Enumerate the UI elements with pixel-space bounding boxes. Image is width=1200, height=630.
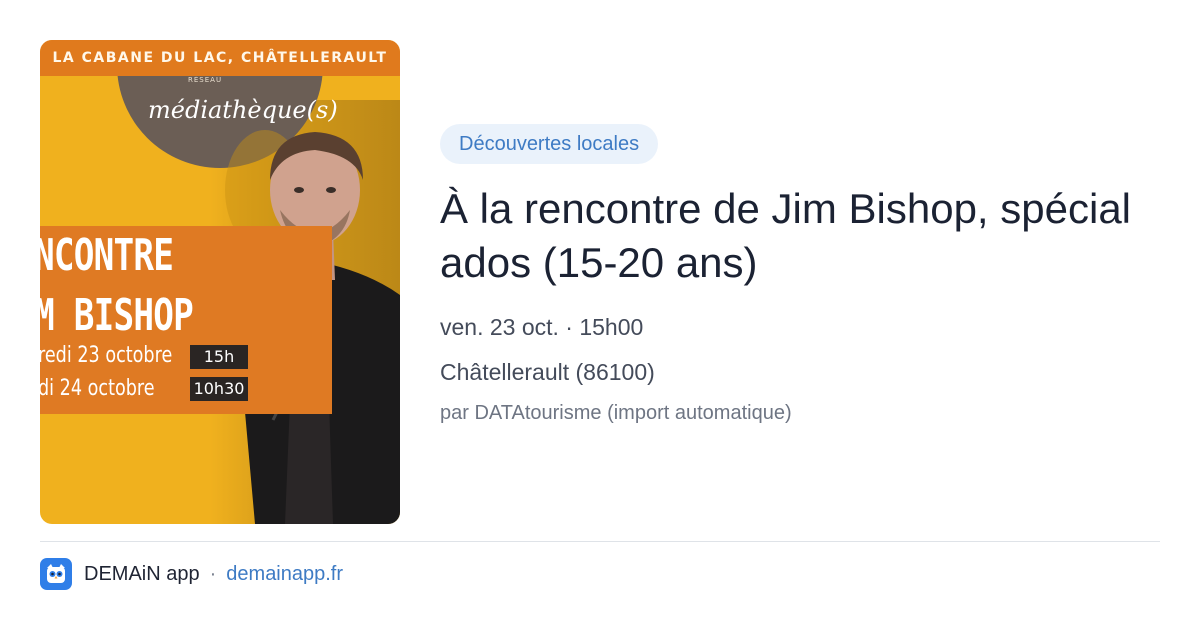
poster-headline-line2: M BISHOP [40,290,194,341]
event-date-time: ven. 23 oct. · 15h00 [440,314,644,340]
owl-icon [40,558,72,590]
event-title[interactable]: À la rencontre de Jim Bishop, spécial ad… [440,182,1140,290]
category-badge[interactable]: Découvertes locales [440,124,659,164]
event-source: par DATAtourisme (import automatique) [440,402,792,424]
footer-divider [40,541,1160,542]
logo-network-label: RÉSEAU [188,76,223,84]
poster-time1: 15h [190,345,248,369]
poster-time2: 10h30 [190,377,248,401]
event-location: Châtellerault (86100) [440,359,655,385]
poster-date-line1: redi 23 octobre [40,343,173,368]
poster-headline-line1: NCONTRE [40,230,174,281]
footer-separator: · [209,562,217,585]
footer: DEMAiN app · demainapp.fr [40,558,343,590]
poster-venue-banner: LA CABANE DU LAC, CHÂTELLERAULT [40,40,400,76]
event-poster-image[interactable]: RÉSEAU médiathèque(s) LA CABANE DU LAC, … [40,40,400,524]
poster-date-line2: di 24 octobre [40,376,155,401]
app-domain-link[interactable]: demainapp.fr [226,563,343,586]
app-name: DEMAiN app [84,562,200,585]
